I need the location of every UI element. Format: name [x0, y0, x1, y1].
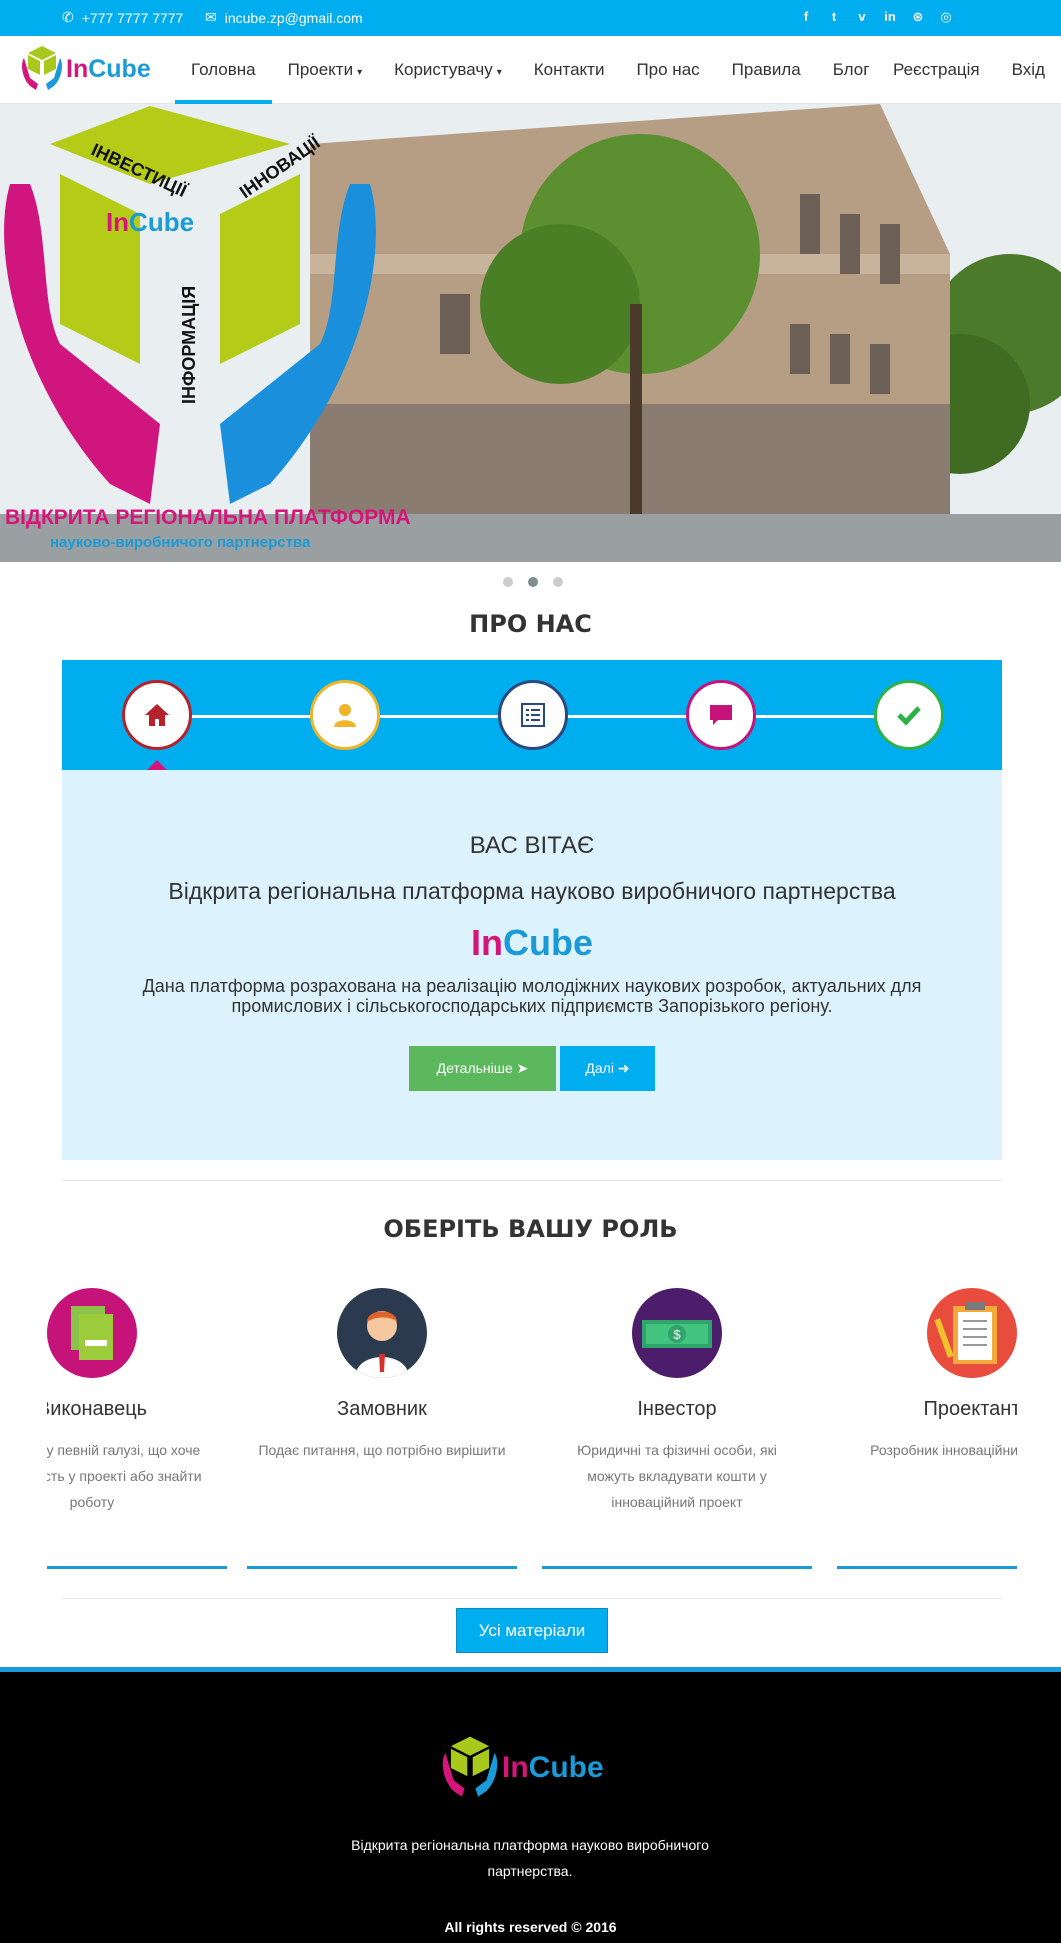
user-icon	[334, 704, 356, 727]
businessman-icon	[337, 1288, 427, 1378]
welcome-brand: InCube	[471, 922, 593, 963]
social-links: f t v in ⊛ ◎	[799, 9, 953, 25]
footer-logo-text: InCube	[502, 1751, 604, 1784]
svg-text:$: $	[673, 1327, 681, 1342]
role-card-investor[interactable]: $ Інвестор Юридичні та фізичні особи, як…	[542, 1280, 812, 1569]
list-icon	[521, 703, 545, 727]
auth-links: Реєстрація Вхід	[877, 36, 1061, 104]
next-button[interactable]: Далі ➜	[560, 1046, 655, 1091]
phone-icon: ✆	[62, 9, 74, 25]
role-underline	[47, 1566, 227, 1569]
role-description: Фахівець у певній галузі, що хоче взяти …	[47, 1442, 202, 1510]
divider	[62, 1598, 1002, 1599]
carousel-dot[interactable]	[503, 577, 513, 587]
role-title: Інвестор	[637, 1398, 717, 1420]
welcome-heading: ВАС ВІТАЄ	[469, 832, 595, 859]
clipboard-icon	[927, 1288, 1017, 1378]
footer-logo[interactable]: InCube	[440, 1732, 604, 1804]
check-icon	[897, 706, 921, 726]
nav-item-projects[interactable]: Проекти ▾	[272, 36, 379, 104]
nav-item-contacts[interactable]: Контакти	[518, 36, 621, 104]
step-pointer	[147, 760, 167, 770]
role-description: Юридичні та фізичні особи, які можуть вк…	[577, 1442, 777, 1510]
logo-mark-icon	[442, 1736, 498, 1797]
twitter-icon[interactable]: t	[827, 9, 841, 25]
money-icon: $	[632, 1288, 722, 1378]
carousel-dot[interactable]	[553, 577, 563, 587]
footer-copyright: All rights reserved © 2016	[444, 1919, 617, 1935]
arrow-right-icon: ➜	[617, 1060, 630, 1076]
step-home[interactable]	[122, 680, 192, 750]
footer: InCube Відкрита регіональна платформа на…	[0, 1667, 1061, 1943]
dribbble-icon[interactable]: ⊛	[911, 9, 925, 25]
caret-down-icon: ▾	[357, 67, 363, 78]
logo-text: InCube	[66, 54, 151, 83]
login-link[interactable]: Вхід	[996, 36, 1061, 104]
caret-down-icon: ▾	[496, 67, 502, 78]
nav-item-home[interactable]: Головна	[175, 36, 272, 105]
nav-item-user[interactable]: Користувачу ▾	[378, 36, 518, 104]
logo-mark-icon	[22, 46, 62, 90]
step-check[interactable]	[874, 680, 944, 750]
site-logo[interactable]: InCube	[20, 44, 151, 94]
divider	[62, 1180, 1002, 1181]
nav-menu: Головна Проекти ▾ Користувачу ▾ Контакти П…	[175, 36, 886, 105]
role-underline	[542, 1566, 812, 1569]
role-description: Розробник інноваційних рішень	[870, 1442, 1017, 1458]
welcome-description: Дана платформа розрахована на реалізацію…	[142, 976, 922, 1016]
details-button[interactable]: Детальніше ➤	[409, 1046, 556, 1091]
phone-contact[interactable]: ✆ +777 7777 7777	[62, 9, 183, 26]
role-title: Виконавець	[47, 1398, 148, 1420]
hero-word-information: ІНФОРМАЦІЯ	[179, 286, 199, 404]
resume-icon	[47, 1288, 137, 1378]
step-user[interactable]	[310, 680, 380, 750]
about-title: ПРО НАС	[469, 610, 592, 638]
svg-text:InCube: InCube	[106, 207, 194, 237]
top-bar: ✆ +777 7777 7777 ✉ incube.zp@gmail.com f…	[0, 0, 1061, 36]
nav-item-rules[interactable]: Правила	[716, 36, 817, 104]
role-title: Замовник	[337, 1398, 427, 1420]
hero-platform-subtitle: науково-виробничого партнерства	[50, 534, 311, 551]
comment-icon	[710, 705, 732, 725]
main-navbar: InCube Головна Проекти ▾ Користувачу ▾ Кон…	[0, 36, 1061, 105]
footer-description: Відкрита регіональна платформа науково в…	[351, 1837, 709, 1879]
paper-plane-icon: ➤	[516, 1060, 529, 1076]
welcome-subtitle: Відкрита регіональна платформа науково в…	[168, 878, 896, 904]
step-comment[interactable]	[686, 680, 756, 750]
linkedin-icon[interactable]: in	[883, 9, 897, 25]
all-materials-button[interactable]: Усі матеріали	[456, 1608, 608, 1653]
role-card-customer[interactable]: Замовник Подає питання, що потрібно вирі…	[247, 1280, 517, 1569]
hero-image: InCube ІНВЕСТИЦІЇ ІННОВАЦІЇ ІНФОРМАЦІЯ В…	[0, 104, 1061, 562]
carousel-dot-active[interactable]	[528, 577, 538, 587]
home-icon	[145, 704, 169, 726]
vimeo-icon[interactable]: v	[855, 9, 869, 25]
role-underline	[837, 1566, 1017, 1569]
nav-item-blog[interactable]: Блог	[817, 36, 886, 104]
hero-platform-title: ВІДКРИТА РЕГІОНАЛЬНА ПЛАТФОРМА	[5, 506, 411, 529]
step-list[interactable]	[498, 680, 568, 750]
welcome-panel: ВАС ВІТАЄ Відкрита регіональна платформа…	[62, 770, 1002, 1160]
facebook-icon[interactable]: f	[799, 9, 813, 25]
carousel-indicators	[503, 577, 563, 587]
hero-carousel[interactable]: InCube ІНВЕСТИЦІЇ ІННОВАЦІЇ ІНФОРМАЦІЯ В…	[0, 104, 1061, 562]
register-link[interactable]: Реєстрація	[877, 36, 996, 104]
instagram-icon[interactable]: ◎	[939, 9, 953, 25]
email-contact[interactable]: ✉ incube.zp@gmail.com	[205, 9, 363, 26]
role-card-designer[interactable]: Проектант Розробник інноваційних рішень	[837, 1280, 1018, 1569]
roles-title: ОБЕРІТЬ ВАШУ РОЛЬ	[383, 1215, 678, 1243]
role-description: Подає питання, що потрібно вирішити	[258, 1442, 506, 1458]
welcome-buttons: Детальніше ➤ Далі ➜	[62, 1046, 1002, 1091]
email-text: incube.zp@gmail.com	[224, 9, 363, 26]
nav-item-about[interactable]: Про нас	[620, 36, 715, 104]
role-title: Проектант	[923, 1398, 1018, 1420]
role-card-executor[interactable]: Виконавець Фахівець у певній галузі, що …	[47, 1280, 227, 1569]
role-underline	[247, 1566, 517, 1569]
envelope-icon: ✉	[205, 9, 217, 25]
phone-text: +777 7777 7777	[81, 9, 184, 26]
roles-carousel: Виконавець Фахівець у певній галузі, що …	[47, 1280, 1017, 1570]
about-steps	[62, 660, 1002, 770]
